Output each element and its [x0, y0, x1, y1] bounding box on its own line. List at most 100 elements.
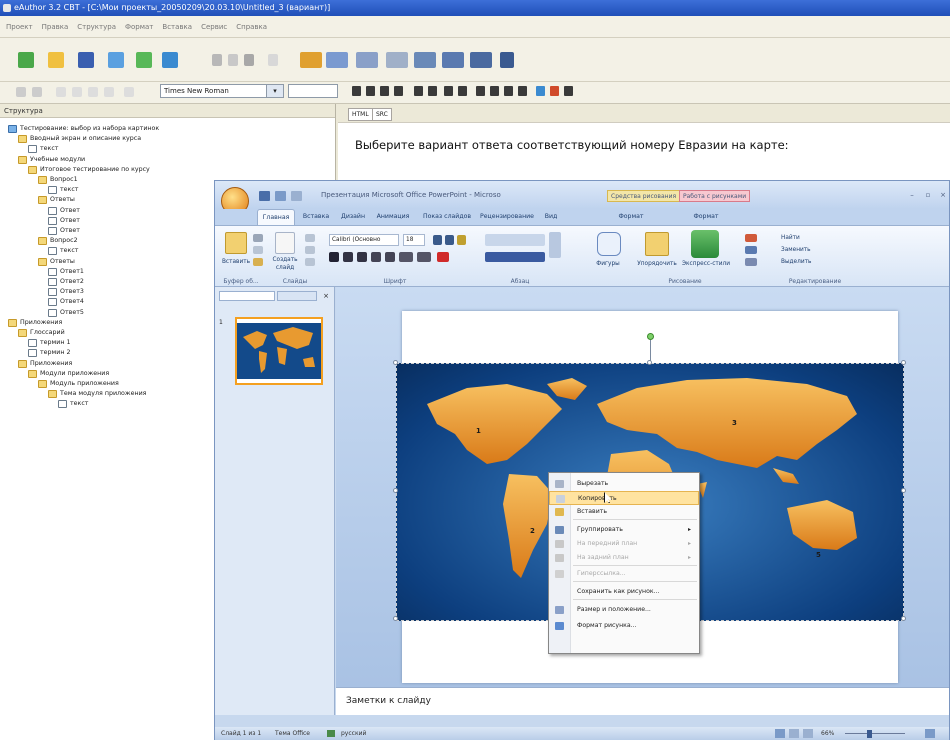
format-painter-icon[interactable]	[253, 258, 263, 266]
menu-edit[interactable]: Правка	[42, 23, 69, 31]
tree-node[interactable]: Ответ1	[48, 267, 84, 277]
tab-html[interactable]: HTML	[348, 108, 373, 121]
alignment-icon[interactable]	[485, 252, 545, 262]
status-language[interactable]: русский	[341, 727, 366, 740]
align-right-icon[interactable]	[504, 86, 513, 96]
tree-node[interactable]: Вопрос1	[38, 175, 78, 185]
outdent-icon[interactable]	[72, 87, 82, 97]
group-clipboard[interactable]: Буфер об...	[217, 278, 265, 285]
delete-slide-icon[interactable]	[305, 258, 315, 266]
context-menu-item[interactable]: Копировать	[549, 491, 699, 505]
package-icon[interactable]	[136, 52, 152, 68]
group-drawing[interactable]: Рисование	[655, 278, 715, 285]
tree-node[interactable]: текст	[48, 185, 78, 195]
undo-icon[interactable]	[275, 191, 286, 201]
bullet-list-icon[interactable]	[428, 86, 437, 96]
menu-project[interactable]: Проект	[6, 23, 33, 31]
underline-icon[interactable]	[380, 86, 389, 96]
menu-structure[interactable]: Структура	[77, 23, 116, 31]
tree-node[interactable]: Глоссарий	[18, 328, 65, 338]
tree-node[interactable]: Ответ5	[48, 308, 84, 318]
close-pane-icon[interactable]: ×	[321, 291, 331, 301]
tree-node[interactable]: Ответ	[48, 206, 80, 216]
save-icon[interactable]	[78, 52, 94, 68]
zoom-slider[interactable]	[845, 733, 905, 734]
redo-icon[interactable]	[291, 191, 302, 201]
close-icon[interactable]: ×	[937, 181, 949, 209]
new-slide-icon[interactable]	[275, 232, 295, 254]
tab-review[interactable]: Рецензирование	[477, 209, 537, 225]
tab-insert[interactable]: Вставка	[299, 209, 333, 225]
tree-node[interactable]: Ответ	[48, 226, 80, 236]
menu-insert[interactable]: Вставка	[162, 23, 192, 31]
paste-icon[interactable]	[225, 232, 247, 254]
menu-format[interactable]: Формат	[125, 23, 153, 31]
copy-icon[interactable]	[253, 246, 263, 254]
tree-node[interactable]: Учебные модули	[18, 155, 85, 165]
group-font[interactable]: Шрифт	[365, 278, 425, 285]
collapse-icon[interactable]	[104, 87, 114, 97]
tree-node[interactable]: текст	[48, 246, 78, 256]
normal-view-icon[interactable]	[775, 729, 785, 738]
context-menu-item[interactable]: Вставить	[549, 505, 699, 519]
change-case-icon[interactable]	[417, 252, 431, 262]
context-menu-item[interactable]: Размер и положение...	[549, 603, 699, 617]
new-slide-button[interactable]: Создать слайд	[269, 256, 301, 272]
preview-icon[interactable]	[162, 52, 178, 68]
outline-tab[interactable]	[277, 291, 317, 301]
tree-node[interactable]: Вводный экран и описание курса	[18, 134, 141, 144]
tree-node[interactable]: Ответы	[38, 195, 75, 205]
add-glossary-icon[interactable]	[442, 52, 464, 68]
tree-node[interactable]: Модуль приложения	[38, 379, 119, 389]
font-size-box[interactable]: 18	[403, 234, 425, 246]
tree-node[interactable]: Тестирование: выбор из набора картинок	[8, 124, 159, 134]
underline-icon[interactable]	[357, 252, 367, 262]
notes-pane[interactable]: Заметки к слайду	[336, 687, 949, 715]
save-icon[interactable]	[259, 191, 270, 201]
tree-node[interactable]: Ответ2	[48, 277, 84, 287]
indent-icon[interactable]	[56, 87, 66, 97]
layout-icon[interactable]	[305, 234, 315, 242]
tab-format-picture[interactable]: Формат	[685, 209, 727, 225]
fit-window-icon[interactable]	[925, 729, 935, 738]
insert-table-icon[interactable]	[564, 86, 573, 96]
reset-icon[interactable]	[305, 246, 315, 254]
bold-icon[interactable]	[329, 252, 339, 262]
text-direction-icon[interactable]	[549, 232, 561, 258]
tree-node[interactable]: Ответ3	[48, 287, 84, 297]
tree-node[interactable]: текст	[28, 144, 58, 154]
new-project-icon[interactable]	[18, 52, 34, 68]
find-icon[interactable]	[268, 54, 278, 66]
zoom-slider-thumb[interactable]	[867, 730, 872, 738]
tree-node[interactable]: Вопрос2	[38, 236, 78, 246]
move-down-icon[interactable]	[32, 87, 42, 97]
spellcheck-icon[interactable]	[327, 730, 335, 737]
open-folder-icon[interactable]	[48, 52, 64, 68]
shape-effects-icon[interactable]	[745, 258, 757, 266]
numbered-list-icon[interactable]	[414, 86, 423, 96]
font-family-box[interactable]: Calibri (Основно	[329, 234, 399, 246]
add-appendix-icon[interactable]	[470, 52, 492, 68]
bullets-icon[interactable]	[485, 234, 545, 246]
tree-node[interactable]: Ответ	[48, 216, 80, 226]
tab-home[interactable]: Главная	[257, 209, 295, 225]
paste-icon[interactable]	[244, 54, 254, 66]
slide-thumbnail[interactable]	[235, 317, 323, 385]
sorter-view-icon[interactable]	[789, 729, 799, 738]
italic-icon[interactable]	[366, 86, 375, 96]
shadow-icon[interactable]	[385, 252, 395, 262]
context-menu-item[interactable]: Формат рисунка...	[549, 619, 699, 633]
resize-handle-ne[interactable]	[901, 360, 906, 365]
resize-handle-n[interactable]	[647, 360, 652, 365]
resize-handle-sw[interactable]	[393, 616, 398, 621]
spacing-icon[interactable]	[399, 252, 413, 262]
quick-styles-button[interactable]: Экспресс-стили	[681, 260, 731, 268]
context-menu-item[interactable]: Сохранить как рисунок...	[549, 585, 699, 599]
replace-button[interactable]: Заменить	[781, 246, 841, 254]
slides-tab[interactable]	[219, 291, 275, 301]
grow-font-icon[interactable]	[433, 235, 442, 245]
add-page-icon[interactable]	[300, 52, 322, 68]
tab-slideshow[interactable]: Показ слайдов	[421, 209, 473, 225]
menu-help[interactable]: Справка	[236, 23, 267, 31]
tree-node[interactable]: Тема модуля приложения	[48, 389, 146, 399]
